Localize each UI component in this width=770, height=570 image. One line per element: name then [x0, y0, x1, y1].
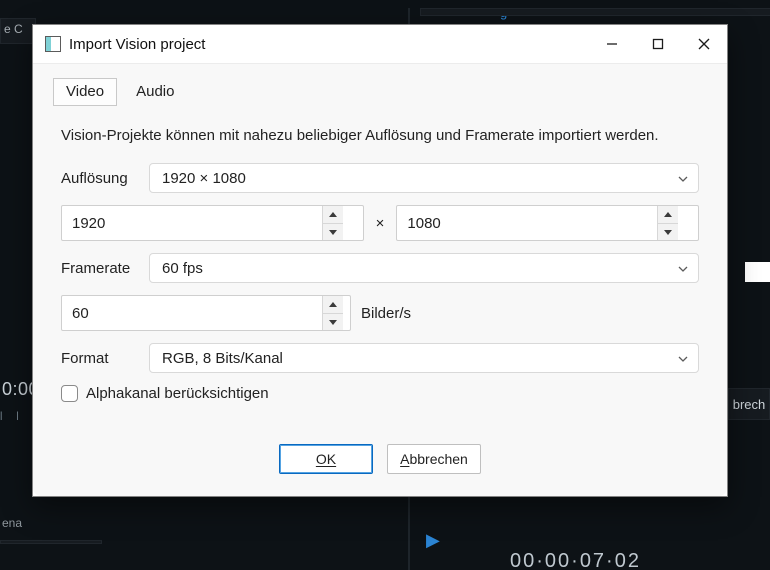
framerate-dropdown[interactable]: 60 fps: [149, 253, 699, 283]
format-value: RGB, 8 Bits/Kanal: [162, 350, 283, 367]
label-frames-unit: Bilder/s: [361, 305, 411, 322]
close-button[interactable]: [681, 25, 727, 63]
tab-audio[interactable]: Audio: [123, 78, 187, 106]
ok-label: OK: [316, 451, 336, 467]
cancel-button[interactable]: Abbrechen: [387, 444, 481, 474]
chevron-down-icon: [678, 170, 688, 187]
tabstrip: Video Audio: [33, 64, 727, 106]
framerate-spinbox[interactable]: [61, 295, 351, 331]
ok-button[interactable]: OK: [279, 444, 373, 474]
label-framerate: Framerate: [61, 260, 149, 277]
alpha-checkbox[interactable]: [61, 385, 78, 402]
tab-video[interactable]: Video: [53, 78, 117, 106]
triangle-down-icon: [329, 320, 337, 325]
triangle-up-icon: [329, 212, 337, 217]
cancel-label: Abbrechen: [400, 451, 468, 467]
resolution-dropdown[interactable]: 1920 × 1080: [149, 163, 699, 193]
maximize-button[interactable]: [635, 25, 681, 63]
framerate-value: 60 fps: [162, 260, 203, 277]
label-format: Format: [61, 350, 149, 367]
width-input[interactable]: [62, 206, 322, 240]
minimize-button[interactable]: [589, 25, 635, 63]
dialog-import-vision-project: Import Vision project Video Audio Vision…: [32, 24, 728, 497]
titlebar[interactable]: Import Vision project: [33, 25, 727, 63]
framerate-input[interactable]: [62, 296, 322, 330]
label-resolution: Auflösung: [61, 170, 149, 187]
height-step-up[interactable]: [658, 206, 678, 224]
height-input[interactable]: [397, 206, 657, 240]
background-app: e C g 0:00 | | | | brech ena ▶ 00·00·07·…: [0, 0, 770, 570]
triangle-up-icon: [664, 212, 672, 217]
app-icon: [45, 36, 61, 52]
bg-fragment: e C: [4, 22, 23, 36]
bg-timecode: 00·00·07·02: [510, 550, 641, 570]
height-step-down[interactable]: [658, 224, 678, 241]
label-alpha: Alphakanal berücksichtigen: [86, 385, 269, 402]
framerate-step-up[interactable]: [323, 296, 343, 314]
triangle-up-icon: [329, 302, 337, 307]
dimension-separator: ×: [376, 215, 385, 232]
description-text: Vision-Projekte können mit nahezu belieb…: [61, 124, 699, 147]
triangle-down-icon: [329, 230, 337, 235]
width-step-up[interactable]: [323, 206, 343, 224]
height-spinbox[interactable]: [396, 205, 699, 241]
bg-button: brech: [733, 397, 766, 412]
window-title: Import Vision project: [69, 36, 205, 53]
format-dropdown[interactable]: RGB, 8 Bits/Kanal: [149, 343, 699, 373]
width-spinbox[interactable]: [61, 205, 364, 241]
framerate-step-down[interactable]: [323, 314, 343, 331]
chevron-down-icon: [678, 350, 688, 367]
chevron-down-icon: [678, 260, 688, 277]
resolution-value: 1920 × 1080: [162, 170, 246, 187]
triangle-down-icon: [664, 230, 672, 235]
bg-fragment: ena: [2, 516, 22, 530]
width-step-down[interactable]: [323, 224, 343, 241]
